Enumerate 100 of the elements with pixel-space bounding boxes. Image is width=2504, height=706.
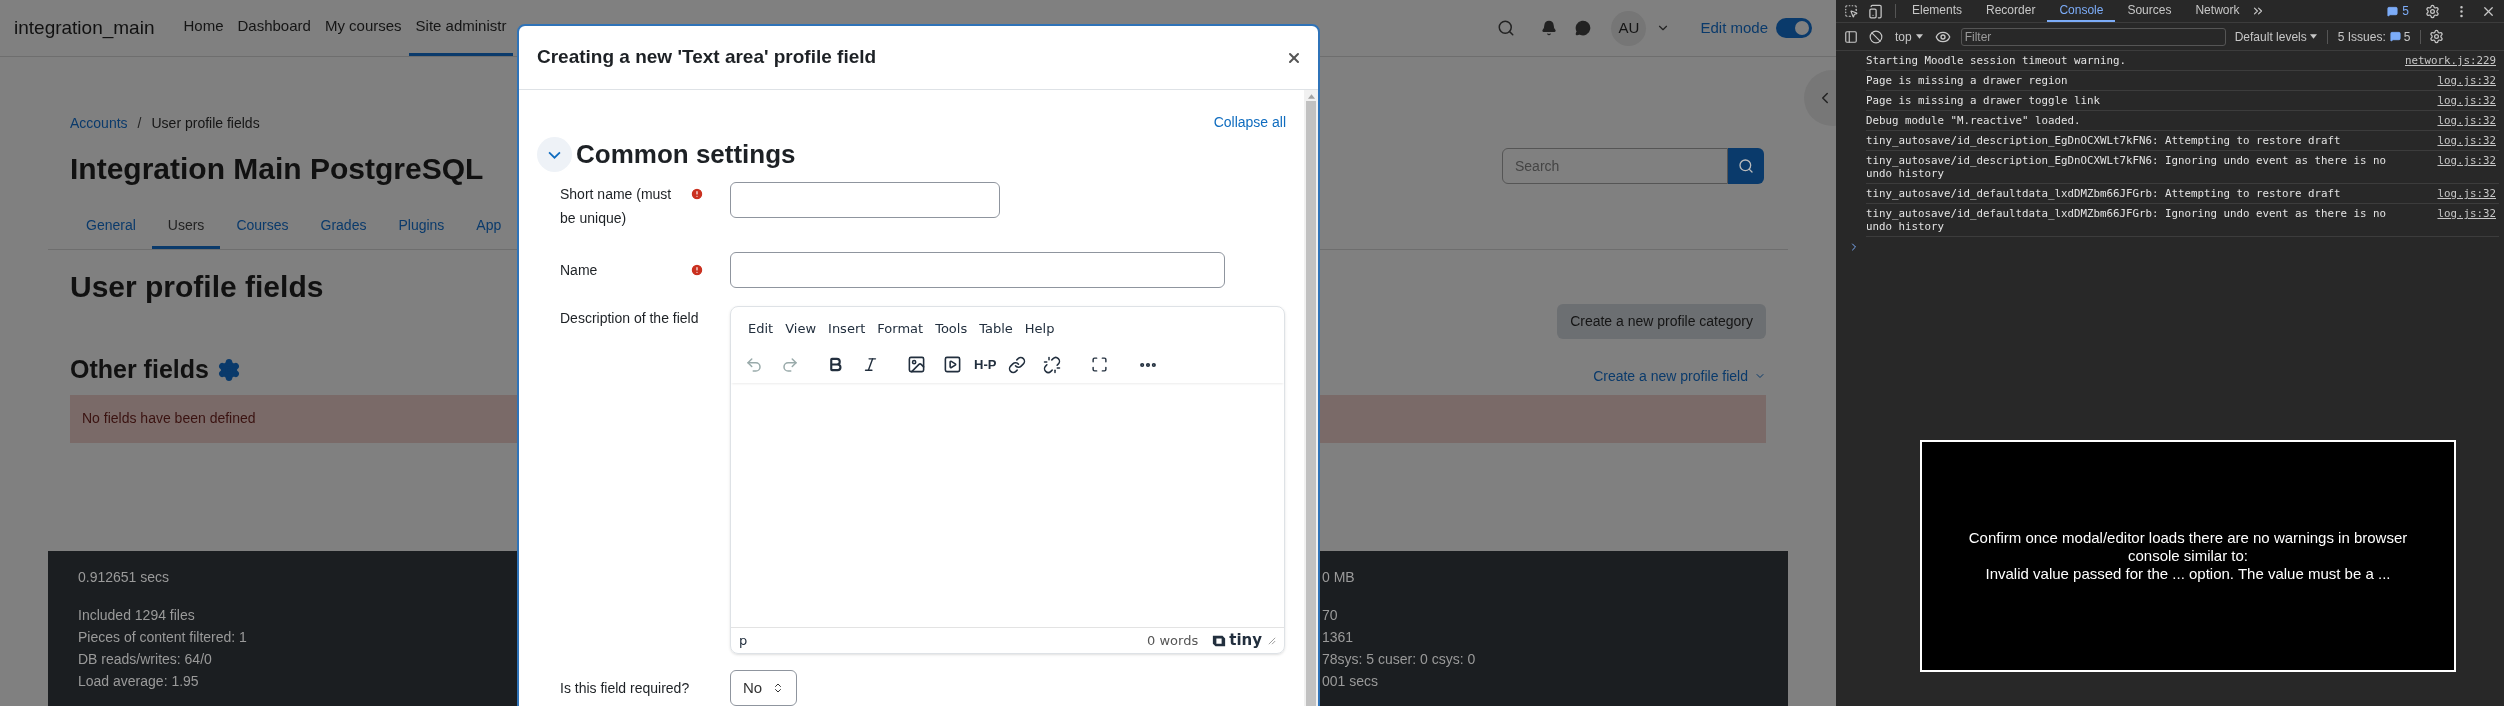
page-title: Integration Main PostgreSQL: [70, 151, 484, 187]
h5p-button[interactable]: H-P: [974, 354, 997, 375]
search-field[interactable]: Search: [1502, 148, 1728, 184]
caret-down-icon: [2309, 34, 2317, 39]
site-name[interactable]: integration_main: [14, 13, 155, 43]
scrollbar[interactable]: [1304, 90, 1318, 706]
modal-title: Creating a new 'Text area' profile field: [537, 45, 877, 70]
caret-down-icon: [1915, 34, 1923, 39]
message-count[interactable]: 5: [2402, 2, 2409, 20]
required-select[interactable]: No: [730, 670, 797, 706]
inspect-icon[interactable]: [1844, 4, 1858, 18]
unlink-icon[interactable]: [1043, 355, 1062, 374]
italic-icon[interactable]: [862, 356, 879, 373]
field-label: Is this field required?: [560, 679, 690, 698]
select-arrows-icon: [772, 682, 784, 694]
section-title: Common settings: [576, 138, 796, 171]
footer-text: 0.912651 secs: [78, 567, 170, 587]
note-text: Invalid value passed for the ... option. The value must be a ...: [1985, 565, 2391, 583]
footer-text: 1361: [1322, 627, 1354, 647]
clear-console-icon[interactable]: [1869, 29, 1883, 44]
devtools-tab[interactable]: Console: [2047, 0, 2116, 22]
footer-text: 001 secs: [1322, 671, 1379, 691]
subsection-heading: Other fields: [70, 354, 209, 385]
footer-text: 70: [1322, 605, 1338, 625]
footer-text: 78sys: 5 cuser: 0 csys: 0: [1322, 649, 1476, 669]
source-link[interactable]: network.js:229: [2405, 54, 2496, 67]
source-link[interactable]: log.js:32: [2437, 94, 2496, 107]
source-link[interactable]: log.js:32: [2437, 154, 2496, 180]
levels-select[interactable]: Default levels: [2234, 27, 2317, 46]
element-path[interactable]: p: [739, 630, 748, 651]
link-icon[interactable]: [1008, 355, 1027, 374]
message-icon[interactable]: [2389, 31, 2401, 42]
breadcrumb-current: User profile fields: [151, 114, 260, 133]
chat-icon[interactable]: [1575, 20, 1592, 36]
devtools-tab[interactable]: Sources: [2115, 0, 2184, 22]
footer-text: DB reads/writes: 64/0: [78, 649, 212, 669]
devtools-tab[interactable]: Network: [2183, 0, 2252, 22]
nav-link[interactable]: Dashboard: [230, 0, 318, 56]
footer-text: Load average: 1.95: [78, 671, 199, 691]
image-icon[interactable]: [907, 355, 926, 374]
filter-field[interactable]: Filter: [1960, 27, 2226, 46]
create-category-button[interactable]: Create a new profile category: [1557, 304, 1766, 339]
source-link[interactable]: log.js:32: [2437, 74, 2496, 87]
source-link[interactable]: log.js:32: [2437, 134, 2496, 147]
word-count[interactable]: 0 words: [1147, 630, 1199, 651]
short-name-field[interactable]: [730, 182, 1000, 218]
search-button[interactable]: [1728, 148, 1764, 184]
tab[interactable]: Users: [151, 205, 221, 249]
console-message: tiny_autosave/id_defaultdata_lxdDMZbm66JFGrb: Ignoring undo event as there is no undo history: [1866, 207, 2388, 233]
context-select[interactable]: top: [1895, 27, 1923, 46]
breadcrumb-separator: /: [137, 114, 142, 133]
gear-icon[interactable]: [216, 357, 241, 382]
chevron-down-icon: [548, 150, 561, 159]
edit-mode-toggle[interactable]: [1776, 18, 1812, 38]
note-text: Confirm once modal/editor loads there are no warnings in browser console similar to:: [1967, 529, 2409, 565]
fullscreen-icon[interactable]: [1091, 356, 1109, 373]
nav-link[interactable]: Site administr: [408, 0, 514, 56]
device-toggle-icon[interactable]: [1868, 3, 1883, 19]
nav-link[interactable]: My courses: [317, 0, 409, 56]
section-heading: User profile fields: [70, 269, 324, 305]
field-label: Name: [560, 261, 598, 280]
editor-menu-item[interactable]: Help: [1018, 317, 1061, 341]
footer-text: Included 1294 files: [78, 605, 195, 625]
section-toggle[interactable]: [537, 137, 572, 172]
source-link[interactable]: log.js:32: [2437, 207, 2496, 233]
settings-icon[interactable]: [2429, 29, 2445, 44]
media-icon[interactable]: [943, 355, 962, 374]
editor-menu-item[interactable]: Edit: [742, 317, 780, 341]
issues-label: 5 Issues:: [2337, 28, 2386, 46]
nav-link[interactable]: Home: [176, 0, 231, 56]
user-avatar[interactable]: AU: [1611, 10, 1647, 46]
editor-menu-item[interactable]: Tools: [929, 317, 974, 341]
bell-icon[interactable]: [1541, 20, 1558, 36]
editor-menu-item[interactable]: View: [779, 317, 823, 341]
search-icon: [1738, 158, 1754, 174]
name-field[interactable]: [730, 252, 1225, 288]
message-icon[interactable]: [2387, 5, 2399, 17]
console-message: tiny_autosave/id_description_EgDnOCXWLt7kFN6: Ignoring undo event as there is no undo history: [1866, 154, 2388, 180]
editor-menu-item[interactable]: Insert: [822, 317, 872, 341]
devtools-tab[interactable]: Elements: [1900, 0, 1975, 22]
editor-menu-item[interactable]: Format: [871, 317, 930, 341]
console-message: tiny_autosave/id_description_EgDnOCXWLt7kFN6: Attempting to restore draft: [1866, 134, 2342, 147]
field-label: Short name (must be unique): [560, 185, 673, 228]
settings-icon[interactable]: [2425, 3, 2440, 19]
source-link[interactable]: log.js:32: [2437, 187, 2496, 200]
resize-handle-icon[interactable]: [1268, 636, 1276, 645]
footer-text: Pieces of content filtered: 1: [78, 627, 247, 647]
editor-brand[interactable]: tiny: [1229, 629, 1262, 652]
field-label: Description of the field: [560, 309, 699, 328]
issues-count[interactable]: 5: [2403, 27, 2411, 46]
bold-icon[interactable]: [827, 356, 844, 373]
devtools-tab[interactable]: Recorder: [1974, 0, 2048, 22]
search-icon[interactable]: [1497, 19, 1516, 37]
console-message: Page is missing a drawer region: [1866, 74, 2069, 87]
rich-text-editor[interactable]: Edit View Insert Format Tools Table Help H-P p 0 words tiny: [730, 306, 1285, 654]
source-link[interactable]: log.js:32: [2437, 114, 2496, 127]
collapse-all-link[interactable]: Collapse all: [1213, 112, 1286, 133]
console-message: Starting Moodle session timeout warning.: [1866, 54, 2127, 67]
editor-menu-item[interactable]: Table: [973, 317, 1019, 341]
sidebar-icon[interactable]: [1844, 29, 1858, 44]
